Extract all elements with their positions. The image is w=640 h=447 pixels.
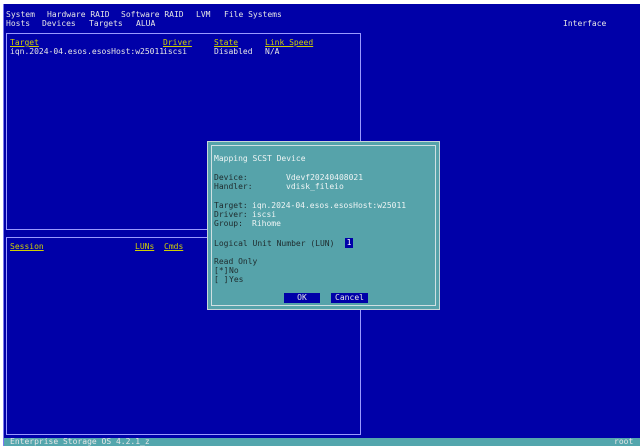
menu-hardware-raid[interactable]: Hardware RAID xyxy=(47,10,110,19)
radio-no-label: No xyxy=(229,266,239,275)
ok-button[interactable]: OK xyxy=(284,293,320,303)
cell-driver: iscsi xyxy=(163,47,188,56)
cell-target: iqn.2024-04.esos.esosHost:w25011 xyxy=(10,47,165,56)
radio-no-mark[interactable]: [*] xyxy=(214,266,228,275)
terminal-window: System Hardware RAID Software RAID LVM F… xyxy=(3,4,640,446)
group-label: Group: xyxy=(214,219,243,228)
device-label: Device: xyxy=(214,173,248,182)
cell-link-speed: N/A xyxy=(265,47,280,56)
dialog-frame: Mapping SCST Device Device: Vdevf2024040… xyxy=(211,145,436,306)
menu-system[interactable]: System xyxy=(6,10,35,19)
status-bar: Enterprise Storage OS 4.2.1_z root xyxy=(4,437,640,446)
lun-input[interactable]: 1 xyxy=(345,238,353,248)
col-luns-header: LUNs xyxy=(135,242,155,251)
read-only-label: Read Only xyxy=(214,257,258,266)
target-value: iqn.2024-04.esos.esosHost:w25011 xyxy=(252,201,407,210)
menu-software-raid[interactable]: Software RAID xyxy=(121,10,184,19)
col-target-header: Target xyxy=(10,38,39,47)
lun-label: Logical Unit Number (LUN) xyxy=(214,239,335,248)
menu-targets[interactable]: Targets xyxy=(89,19,123,28)
handler-label: Handler: xyxy=(214,182,253,191)
col-state-header: State xyxy=(214,38,239,47)
mapping-dialog: Mapping SCST Device Device: Vdevf2024040… xyxy=(207,141,440,310)
radio-yes-label: Yes xyxy=(229,275,244,284)
cell-state: Disabled xyxy=(214,47,253,56)
col-driver-header: Driver xyxy=(163,38,192,47)
handler-value: vdisk_fileio xyxy=(286,182,344,191)
col-cmds-header: Cmds xyxy=(164,242,184,251)
col-link-speed-header: Link Speed xyxy=(265,38,314,47)
status-left: Enterprise Storage OS 4.2.1_z xyxy=(10,437,150,446)
driver-label: Driver: xyxy=(214,210,248,219)
menu-interface[interactable]: Interface xyxy=(563,19,606,28)
target-label: Target: xyxy=(214,201,248,210)
menu-hosts[interactable]: Hosts xyxy=(6,19,30,28)
cancel-button[interactable]: Cancel xyxy=(331,293,368,303)
dialog-title: Mapping SCST Device xyxy=(214,154,306,163)
device-value: Vdevf20240408021 xyxy=(286,173,364,182)
driver-value: iscsi xyxy=(252,210,277,219)
menu-alua[interactable]: ALUA xyxy=(136,19,155,28)
group-value: Rihome xyxy=(252,219,281,228)
screen: System Hardware RAID Software RAID LVM F… xyxy=(0,0,640,447)
status-user: root xyxy=(614,437,634,446)
menu-file-systems[interactable]: File Systems xyxy=(224,10,282,19)
col-session-header: Session xyxy=(10,242,44,251)
radio-yes-mark[interactable]: [ ] xyxy=(214,275,228,284)
menu-lvm[interactable]: LVM xyxy=(196,10,210,19)
menu-devices[interactable]: Devices xyxy=(42,19,76,28)
